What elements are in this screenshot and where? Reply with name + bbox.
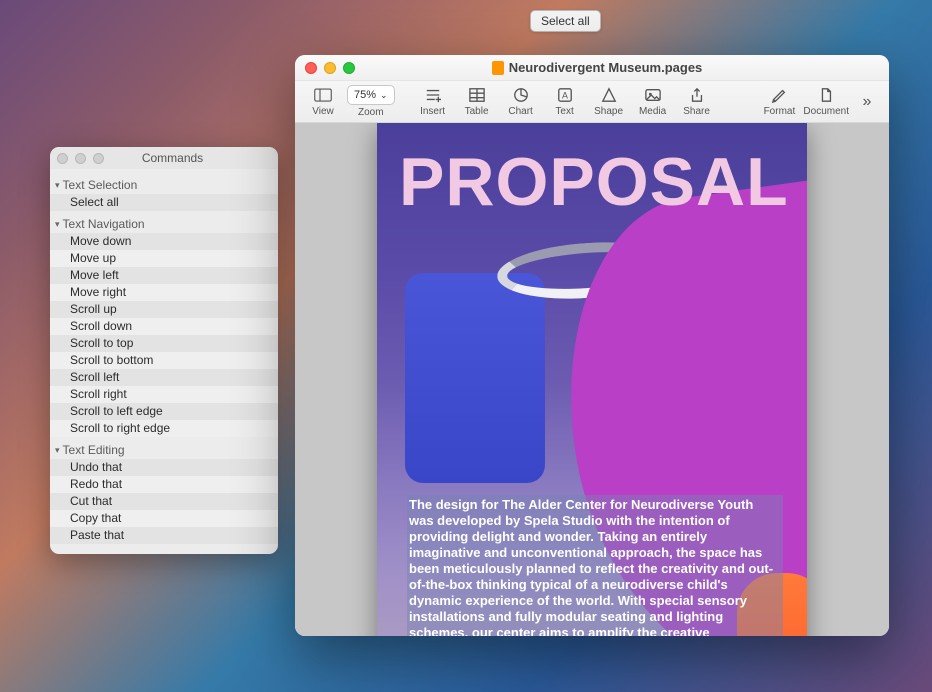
toolbar-label: View [312,106,334,117]
chevron-down-icon: ⌄ [380,90,388,101]
document-canvas[interactable]: PROPOSAL The design for The Alder Center… [295,123,889,636]
section-text-navigation[interactable]: ▾ Text Navigation [50,211,278,233]
cmd-scroll-left[interactable]: Scroll left [50,369,278,386]
section-label: Text Editing [63,443,125,457]
body-text-content: The design for The Alder Center for Neur… [409,497,773,636]
table-button[interactable]: Table [457,86,497,117]
toolbar-label: Shape [594,106,623,117]
cmd-cut-that[interactable]: Cut that [50,493,278,510]
chart-button[interactable]: Chart [501,86,541,117]
chevron-down-icon: ▾ [55,219,60,230]
cmd-select-all[interactable]: Select all [50,194,278,211]
pages-titlebar[interactable]: Neurodivergent Museum.pages [295,55,889,81]
cmd-scroll-to-top[interactable]: Scroll to top [50,335,278,352]
cmd-move-down[interactable]: Move down [50,233,278,250]
insert-icon [422,86,444,104]
chevron-down-icon: ▾ [55,180,60,191]
document-title-text: Neurodivergent Museum.pages [509,60,703,75]
toolbar-overflow-button[interactable]: » [853,93,881,111]
cmd-redo-that[interactable]: Redo that [50,476,278,493]
document-heading[interactable]: PROPOSAL [399,143,789,221]
toolbar-label: Share [683,106,710,117]
toolbar-label: Zoom [358,107,384,118]
cmd-move-up[interactable]: Move up [50,250,278,267]
media-icon [642,86,664,104]
zoom-button[interactable]: 75% ⌄ Zoom [347,85,395,118]
chart-icon [510,86,532,104]
zoom-value: 75% [354,89,376,101]
toolbar-label: Chart [508,106,532,117]
decorative-shape [405,273,545,483]
cmd-scroll-right[interactable]: Scroll right [50,386,278,403]
toolbar-label: Text [555,106,573,117]
commands-title: Commands [74,151,271,165]
shape-icon [598,86,620,104]
cmd-scroll-to-right-edge[interactable]: Scroll to right edge [50,420,278,437]
voice-control-tooltip: Select all [530,10,601,32]
toolbar-label: Media [639,106,666,117]
svg-text:A: A [562,91,568,101]
view-button[interactable]: View [303,86,343,117]
cmd-move-right[interactable]: Move right [50,284,278,301]
toolbar-label: Table [465,106,489,117]
text-icon: A [554,86,576,104]
section-text-selection[interactable]: ▾ Text Selection [50,172,278,194]
document-body-text[interactable]: The design for The Alder Center for Neur… [407,495,783,636]
cmd-scroll-up[interactable]: Scroll up [50,301,278,318]
cmd-paste-that[interactable]: Paste that [50,527,278,544]
sidebar-icon [312,86,334,104]
shape-button[interactable]: Shape [589,86,629,117]
format-icon [768,86,790,104]
commands-titlebar[interactable]: Commands [50,147,278,169]
table-icon [466,86,488,104]
cmd-copy-that[interactable]: Copy that [50,510,278,527]
toolbar-label: Insert [420,106,445,117]
cmd-scroll-down[interactable]: Scroll down [50,318,278,335]
chevron-double-right-icon: » [863,93,872,111]
pages-doc-icon [492,61,504,75]
media-button[interactable]: Media [633,86,673,117]
document-button[interactable]: Document [803,86,849,117]
cmd-scroll-to-left-edge[interactable]: Scroll to left edge [50,403,278,420]
document-icon [815,86,837,104]
document-title: Neurodivergent Museum.pages [315,60,879,75]
insert-button[interactable]: Insert [413,86,453,117]
text-button[interactable]: A Text [545,86,585,117]
share-icon [686,86,708,104]
cmd-move-left[interactable]: Move left [50,267,278,284]
commands-body: ▾ Text Selection Select all ▾ Text Navig… [50,169,278,554]
section-label: Text Selection [63,178,138,192]
format-button[interactable]: Format [759,86,799,117]
toolbar-label: Document [803,106,849,117]
close-icon[interactable] [57,153,68,164]
commands-panel: Commands ▾ Text Selection Select all ▾ T… [50,147,278,554]
pages-window: Neurodivergent Museum.pages View 75% ⌄ Z… [295,55,889,636]
document-page[interactable]: PROPOSAL The design for The Alder Center… [377,123,807,636]
section-text-editing[interactable]: ▾ Text Editing [50,437,278,459]
share-button[interactable]: Share [677,86,717,117]
cmd-scroll-to-bottom[interactable]: Scroll to bottom [50,352,278,369]
section-label: Text Navigation [63,217,145,231]
chevron-down-icon: ▾ [55,445,60,456]
zoom-pill[interactable]: 75% ⌄ [347,85,395,105]
cmd-undo-that[interactable]: Undo that [50,459,278,476]
toolbar: View 75% ⌄ Zoom Insert Table Cha [295,81,889,123]
toolbar-label: Format [764,106,796,117]
